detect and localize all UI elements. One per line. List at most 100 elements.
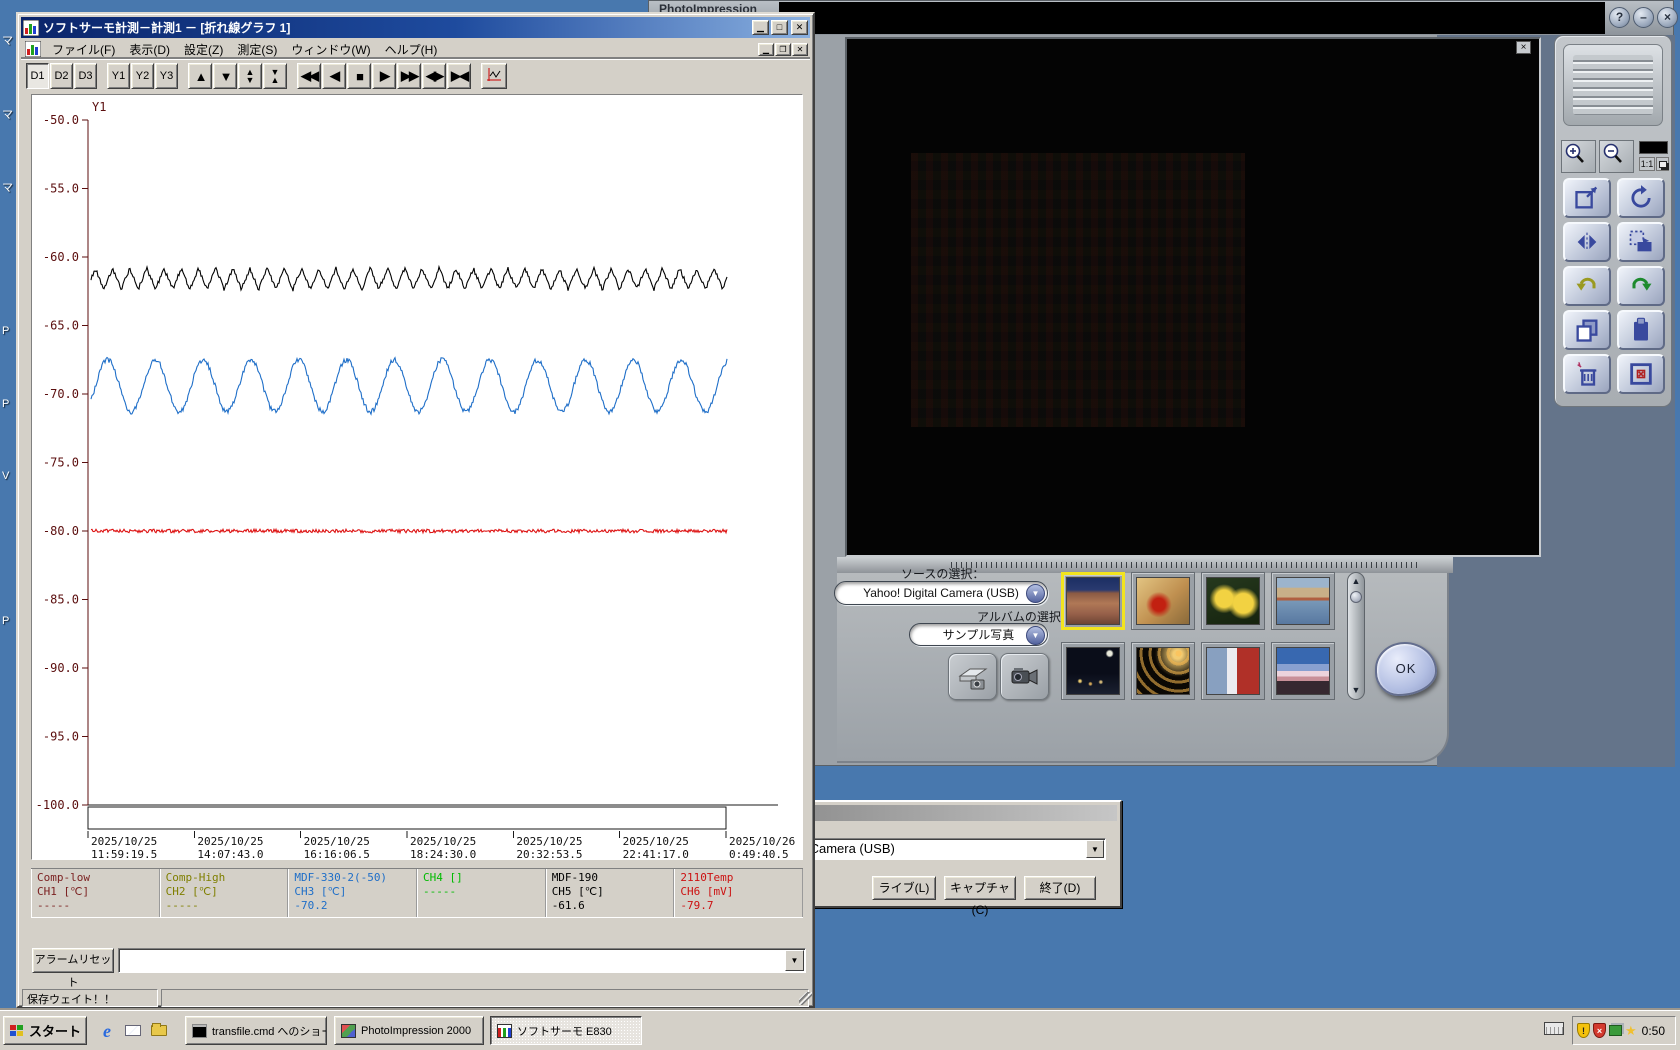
alarm-message-dropdown[interactable]: ▼ bbox=[118, 948, 806, 973]
rotate-button[interactable] bbox=[1617, 178, 1665, 218]
toolbar-back-button[interactable]: ◀ bbox=[322, 63, 346, 89]
maximize-button[interactable]: □ bbox=[771, 20, 788, 35]
toolbar-ff-button[interactable]: ▶▶ bbox=[397, 63, 421, 89]
copy-button[interactable] bbox=[1563, 310, 1611, 350]
desktop-icon-label-fragment[interactable]: P bbox=[2, 325, 9, 337]
thumbnail-harbor-town[interactable] bbox=[1271, 572, 1335, 630]
toolbar-d2-toggle[interactable]: D2 bbox=[50, 63, 73, 89]
menu-item[interactable]: ファイル(F) bbox=[45, 40, 122, 59]
toolbar-updown-button[interactable]: ▲ ▼ bbox=[238, 63, 262, 89]
toolbar-d1-toggle[interactable]: D1 bbox=[26, 63, 49, 89]
toolbar-y2-toggle[interactable]: Y2 bbox=[131, 63, 154, 89]
chevron-down-icon[interactable]: ▼ bbox=[1026, 584, 1045, 603]
keyboard-layout-icon[interactable] bbox=[1544, 1022, 1564, 1035]
toolbar-compress-button[interactable]: ▼ ▲ bbox=[263, 63, 287, 89]
desktop-icon-label-fragment[interactable]: マ bbox=[2, 106, 13, 122]
taskbar-task-pi[interactable]: PhotoImpression 2000 bbox=[334, 1016, 484, 1045]
taskbar-task-thermo[interactable]: ソフトサーモ E830 bbox=[490, 1016, 642, 1045]
scroll-up-icon[interactable]: ▲ bbox=[1349, 574, 1363, 589]
line-graph-panel: -50.0 -55.0 -60.0 -65.0 -70.0 -75.0 -80.0 -85.0… bbox=[31, 94, 803, 861]
menu-item[interactable]: 測定(S) bbox=[230, 40, 284, 59]
desktop-icon-label-fragment[interactable]: マ bbox=[2, 32, 13, 48]
thumbnail-image bbox=[1206, 577, 1260, 625]
zoom-in-button[interactable] bbox=[1561, 140, 1596, 173]
security-warning-icon[interactable]: ! bbox=[1577, 1023, 1590, 1038]
menu-item[interactable]: ヘルプ(H) bbox=[378, 40, 445, 59]
close-button[interactable]: × bbox=[1657, 7, 1678, 28]
desktop-icon-label-fragment[interactable]: マ bbox=[2, 179, 13, 195]
help-button[interactable]: ? bbox=[1609, 7, 1630, 28]
chevron-down-icon[interactable]: ▼ bbox=[1086, 840, 1104, 858]
chevron-down-icon[interactable]: ▼ bbox=[1026, 626, 1045, 645]
desktop-icon-label-fragment[interactable]: P bbox=[2, 398, 9, 410]
flip-horizontal-button[interactable] bbox=[1563, 222, 1611, 262]
actual-size-button[interactable]: 1:1 bbox=[1639, 157, 1655, 171]
thumbnail-sunset-clouds[interactable] bbox=[1271, 642, 1335, 700]
dialog-button-exit[interactable]: 終了(D) bbox=[1024, 876, 1096, 900]
toolbar-d3-toggle[interactable]: D3 bbox=[74, 63, 97, 89]
cascade-windows-icon[interactable] bbox=[1656, 157, 1669, 171]
thumbnail-night-city[interactable] bbox=[1061, 642, 1125, 700]
desktop-icon-label-fragment[interactable]: P bbox=[2, 615, 9, 627]
zoom-out-button[interactable] bbox=[1599, 140, 1634, 173]
fit-to-window-button[interactable] bbox=[1563, 178, 1611, 218]
redo-button[interactable] bbox=[1617, 266, 1665, 306]
child-restore-button[interactable]: ❐ bbox=[775, 42, 791, 56]
undo-button[interactable] bbox=[1563, 266, 1611, 306]
preview-close-icon[interactable]: × bbox=[1516, 41, 1531, 54]
menu-item[interactable]: 設定(Z) bbox=[177, 40, 230, 59]
video-capture-button[interactable] bbox=[1000, 653, 1049, 700]
thumbnail-light-swirl[interactable] bbox=[1131, 642, 1195, 700]
delete-button[interactable] bbox=[1563, 354, 1611, 394]
scrollbar-knob[interactable] bbox=[1350, 591, 1362, 603]
dialog-button-capture[interactable]: キャプチャ(C) bbox=[944, 876, 1016, 917]
clear-image-button[interactable] bbox=[1617, 354, 1665, 394]
star-icon[interactable]: ★ bbox=[1625, 1023, 1637, 1039]
thumbnail-yellow-flowers[interactable] bbox=[1201, 572, 1265, 630]
alarm-reset-button[interactable]: アラームリセット bbox=[32, 948, 114, 989]
toolbar-expand-button[interactable]: ◀▶ bbox=[422, 63, 446, 89]
paste-button[interactable] bbox=[1617, 310, 1665, 350]
menu-item[interactable]: 表示(D) bbox=[122, 40, 177, 59]
crop-rotate-button[interactable] bbox=[1617, 222, 1665, 262]
child-close-button[interactable]: ✕ bbox=[792, 42, 808, 56]
thumbnail-cardinal-bird[interactable] bbox=[1131, 572, 1195, 630]
toolbar-forward-button[interactable]: ▶ bbox=[372, 63, 396, 89]
album-select-dropdown[interactable]: サンプル写真 ▼ bbox=[909, 623, 1048, 646]
thumbnail-lighthouse[interactable] bbox=[1201, 642, 1265, 700]
mail-icon[interactable] bbox=[122, 1020, 144, 1042]
security-alert-icon[interactable]: × bbox=[1593, 1023, 1606, 1038]
minimize-button[interactable]: – bbox=[1633, 7, 1654, 28]
menu-item[interactable]: ウィンドウ(W) bbox=[284, 40, 377, 59]
internet-explorer-icon[interactable]: e bbox=[96, 1020, 118, 1042]
toolbar-up-button[interactable]: ▲ bbox=[188, 63, 212, 89]
child-minimize-button[interactable]: ▁ bbox=[758, 42, 774, 56]
thumbnail-scrollbar[interactable]: ▲ ▼ bbox=[1347, 572, 1365, 700]
dialog-button-live[interactable]: ライブ(L) bbox=[872, 876, 936, 900]
resize-grip[interactable] bbox=[799, 992, 812, 1005]
divider-grip-texture[interactable] bbox=[951, 562, 1421, 568]
thumbnail-red-rock-spires[interactable] bbox=[1061, 572, 1125, 630]
source-select-dropdown[interactable]: Yahoo! Digital Camera (USB) ▼ bbox=[834, 581, 1048, 605]
minimize-button[interactable]: ▁ bbox=[752, 20, 769, 35]
toolbar-rewind-button[interactable]: ◀◀ bbox=[297, 63, 321, 89]
folder-icon[interactable] bbox=[148, 1020, 170, 1042]
graph-settings-button[interactable] bbox=[481, 63, 507, 89]
child-window-icon[interactable] bbox=[25, 41, 41, 57]
desktop-icon-label-fragment[interactable]: V bbox=[2, 470, 9, 482]
scanner-acquire-button[interactable] bbox=[948, 653, 997, 700]
status-message: 保存ウェイト！！ bbox=[22, 989, 158, 1007]
toolbar-y1-toggle[interactable]: Y1 bbox=[107, 63, 130, 89]
panel-handle[interactable] bbox=[1563, 44, 1663, 126]
taskbar-task-cmd[interactable]: transfile.cmd へのショート... bbox=[185, 1016, 327, 1045]
titlebar[interactable]: ソフトサーモ計測－計測1 － [折れ線グラフ 1] ▁ □ ✕ bbox=[21, 17, 810, 38]
toolbar-stop-button[interactable]: ■ bbox=[347, 63, 371, 89]
toolbar-y3-toggle[interactable]: Y3 bbox=[155, 63, 178, 89]
toolbar-collapse-button[interactable]: ▶◀ bbox=[447, 63, 471, 89]
start-button[interactable]: スタート bbox=[3, 1016, 87, 1045]
chevron-down-icon[interactable]: ▼ bbox=[785, 950, 804, 971]
toolbar-down-button[interactable]: ▼ bbox=[213, 63, 237, 89]
hardware-icon[interactable] bbox=[1609, 1025, 1622, 1036]
close-button[interactable]: ✕ bbox=[791, 20, 808, 35]
scroll-down-icon[interactable]: ▼ bbox=[1349, 683, 1363, 698]
